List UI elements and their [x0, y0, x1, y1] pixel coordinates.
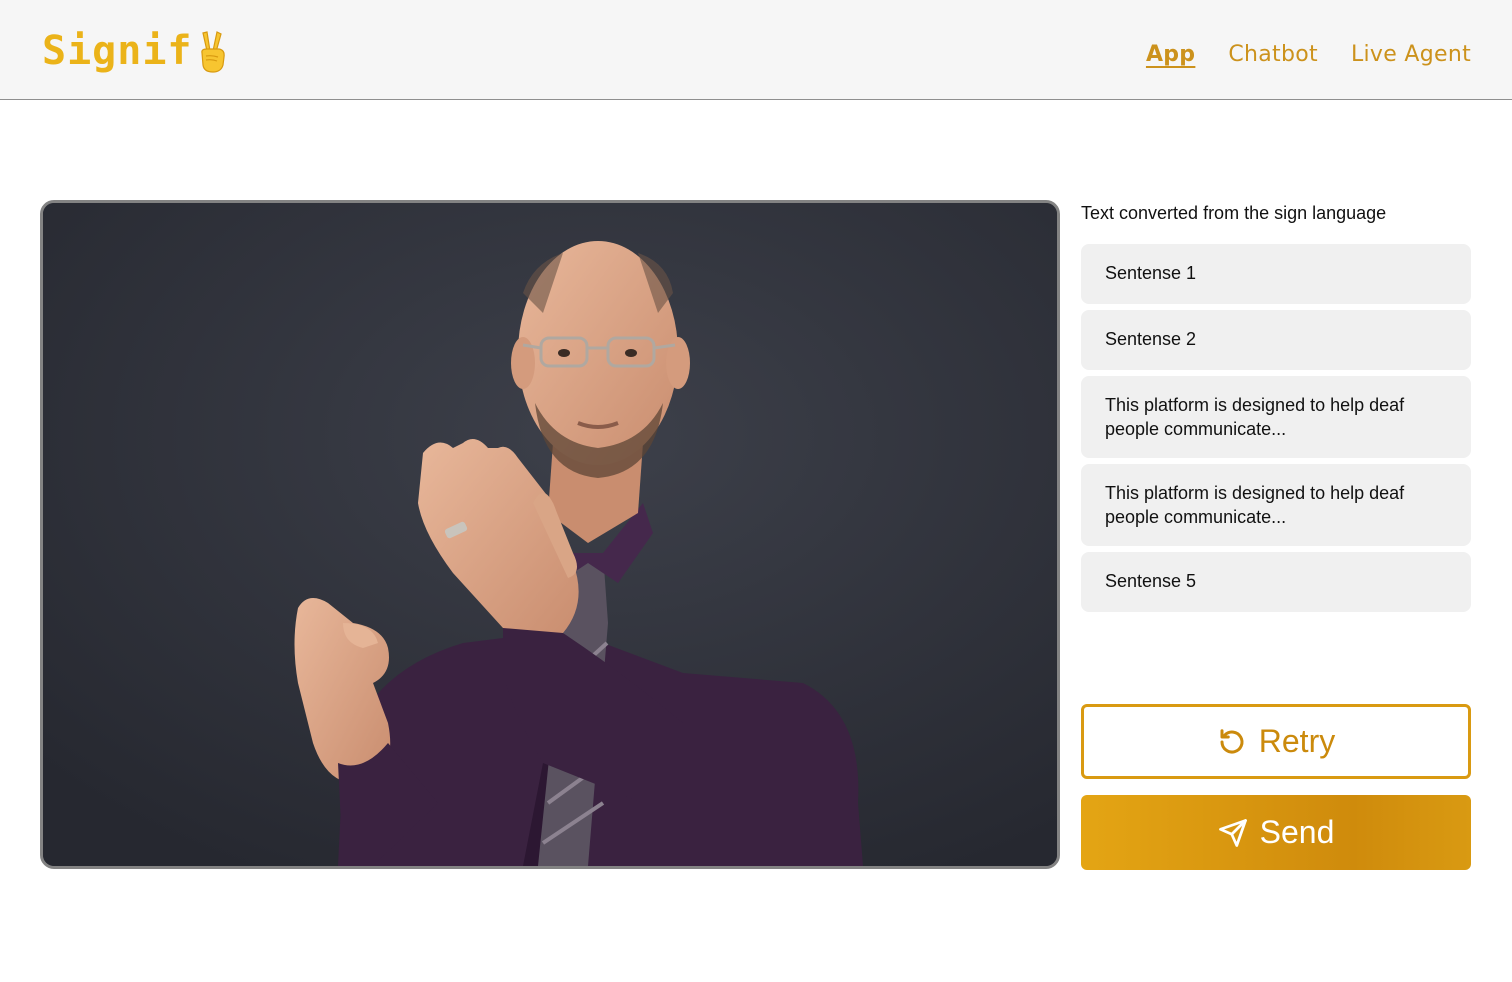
send-icon	[1218, 818, 1247, 847]
camera-video-feed	[40, 200, 1060, 869]
nav-app[interactable]: App	[1146, 42, 1195, 67]
main-nav: App Chatbot Live Agent	[1146, 42, 1471, 67]
send-button[interactable]: Send	[1081, 795, 1471, 870]
rotate-ccw-icon	[1220, 728, 1244, 754]
logo[interactable]: Signif	[42, 26, 229, 76]
victory-hand-icon	[200, 31, 225, 73]
sentence-item[interactable]: This platform is designed to help deaf p…	[1081, 464, 1471, 546]
transcript-panel: Text converted from the sign language Se…	[1081, 200, 1471, 612]
transcript-title: Text converted from the sign language	[1081, 203, 1387, 223]
sentence-item[interactable]: This platform is designed to help deaf p…	[1081, 376, 1471, 458]
send-label: Send	[1259, 814, 1335, 850]
nav-chatbot[interactable]: Chatbot	[1228, 42, 1318, 67]
app-header: Signif App Chatbot Live Agent	[0, 0, 1512, 100]
sentence-item[interactable]: Sentense 2	[1081, 310, 1471, 370]
sentence-item[interactable]: Sentense 1	[1081, 244, 1471, 304]
retry-label: Retry	[1258, 723, 1336, 759]
sentence-list: Sentense 1 Sentense 2 This platform is d…	[1081, 244, 1471, 612]
signer-video-image	[43, 203, 1057, 866]
logo-text: Signif	[42, 28, 193, 74]
retry-button[interactable]: Retry	[1081, 704, 1471, 779]
nav-live-agent[interactable]: Live Agent	[1351, 42, 1471, 67]
sentence-item[interactable]: Sentense 5	[1081, 552, 1471, 612]
